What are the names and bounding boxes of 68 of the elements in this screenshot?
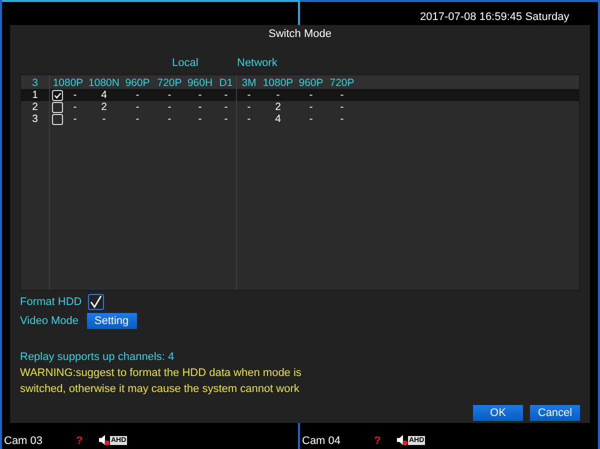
table-cell-text: - <box>246 113 252 125</box>
row-number: 2 <box>31 101 39 113</box>
table-cell-text: - <box>339 89 345 101</box>
video-mode-label: Video Mode <box>20 314 79 326</box>
table-cell-text: - <box>134 101 140 113</box>
table-cell-text: - <box>223 101 229 113</box>
warning-text: WARNING:suggest to format the HDD data when mode is switched, otherwise it may cause the system cannot work <box>20 366 302 397</box>
camera-name: Cam 04 <box>302 435 342 447</box>
replay-channels-text: Replay supports up channels: 4 <box>20 351 176 363</box>
checkbox[interactable] <box>52 114 63 124</box>
table-cell-text: - <box>166 113 172 125</box>
checkbox[interactable] <box>52 90 63 100</box>
column-header: 960P <box>124 76 151 88</box>
table-cell-text: - <box>275 89 281 101</box>
table-cell-text: - <box>308 113 314 125</box>
table-cell-text: - <box>223 89 229 101</box>
cancel-button[interactable]: Cancel <box>530 405 580 421</box>
column-header: D1 <box>218 76 234 88</box>
alert-mark: ? <box>374 435 382 447</box>
table-cell-text: - <box>197 101 203 113</box>
table-cell-text: - <box>72 101 78 113</box>
table-row[interactable]: 3 - - - - - - - 4 - - <box>21 113 579 125</box>
table-cell-text: - <box>101 113 107 125</box>
column-header: 3 <box>31 76 39 88</box>
table-cell-text: 4 <box>274 113 282 125</box>
camera-name: Cam 03 <box>4 435 44 447</box>
column-header: 960H <box>186 76 214 88</box>
column-header: 720P <box>328 76 356 88</box>
muted-speaker-icon <box>396 434 408 446</box>
table-cell-text: - <box>197 113 203 125</box>
row-number: 3 <box>31 113 39 125</box>
muted-speaker-icon <box>98 434 110 446</box>
row-number: 1 <box>31 89 39 101</box>
group-label: Local <box>172 57 198 69</box>
ok-button[interactable]: OK <box>473 405 523 421</box>
table-cell-text: - <box>339 113 345 125</box>
table-cell-text: - <box>134 113 140 125</box>
column-header: 3M <box>240 76 258 88</box>
table-cell-text: - <box>308 101 314 113</box>
table-cell-text: 4 <box>100 89 108 101</box>
table-cell-text: - <box>72 89 78 101</box>
group-label: Network <box>237 57 278 69</box>
column-header: 720P <box>156 76 183 88</box>
date-time: 2017-07-08 16:59:45 Saturday <box>420 11 570 24</box>
column-header: 960P <box>298 76 324 88</box>
setting-button[interactable]: Setting <box>86 312 137 328</box>
table-cell-text: - <box>223 113 229 125</box>
table-cell-text: - <box>339 101 345 113</box>
table-cell-text: - <box>166 89 172 101</box>
dialog-title: Switch Mode <box>268 27 332 42</box>
table-cell-text: - <box>308 89 314 101</box>
table-row[interactable]: 1 - 4 - - - - - - - - <box>21 89 579 101</box>
table-cell-text: - <box>246 89 252 101</box>
alert-mark: ? <box>76 435 84 447</box>
format-hdd-label: Format HDD <box>20 296 82 308</box>
column-header: 1080P <box>52 76 84 88</box>
table-cell-text: - <box>246 101 252 113</box>
table-cell-text: - <box>197 89 203 101</box>
format-hdd-checkbox[interactable] <box>88 294 104 310</box>
column-header: 1080P <box>262 76 294 88</box>
table-row[interactable]: 2 - 2 - - - - - 2 - - <box>21 101 579 113</box>
checkbox[interactable] <box>52 102 63 112</box>
table-cell-text: - <box>134 89 140 101</box>
table-cell-text: 2 <box>100 101 108 113</box>
table-cell-text: - <box>166 101 172 113</box>
column-header: 1080N <box>88 76 120 88</box>
table-cell-text: - <box>72 113 78 125</box>
table-cell-text: 2 <box>274 101 282 113</box>
